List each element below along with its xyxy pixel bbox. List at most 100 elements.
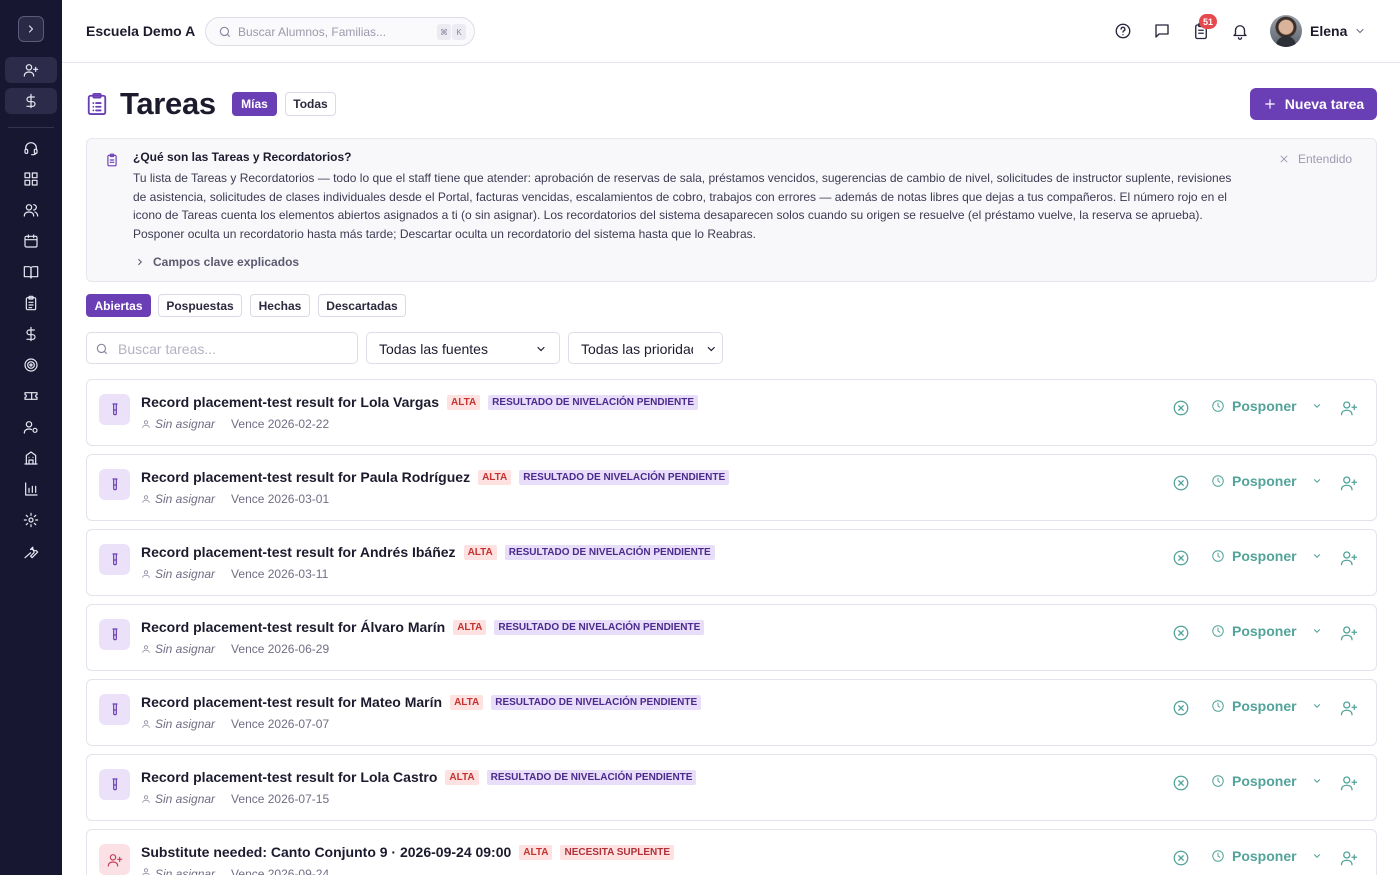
task-kind-tag: RESULTADO DE NIVELACIÓN PENDIENTE — [504, 544, 715, 560]
task-assignee: Sin asignar — [155, 642, 216, 656]
chevron-down-icon[interactable] — [1354, 25, 1366, 37]
task-title[interactable]: Record placement-test result for Paula R… — [141, 469, 470, 485]
sidebar-item-locations[interactable] — [5, 445, 57, 471]
clock-icon — [1212, 550, 1224, 562]
sidebar-item-enroll[interactable] — [5, 57, 57, 83]
snooze-label: Posponer — [1232, 848, 1297, 864]
assign-user-icon[interactable] — [1340, 849, 1358, 867]
assign-user-icon[interactable] — [1340, 474, 1358, 492]
dismiss-task-icon[interactable] — [1172, 699, 1190, 717]
snooze-button[interactable]: Posponer — [1211, 473, 1322, 489]
assign-user-icon[interactable] — [1340, 699, 1358, 717]
headset-icon — [24, 142, 38, 156]
assign-user-icon[interactable] — [1340, 774, 1358, 792]
task-row[interactable]: Record placement-test result for Lola Ca… — [86, 754, 1377, 821]
assign-user-icon[interactable] — [1340, 399, 1358, 417]
user-avatar[interactable] — [1270, 15, 1302, 47]
chevron-right-icon — [138, 258, 143, 266]
task-type-icon — [99, 844, 130, 875]
sidebar-item-support[interactable] — [5, 135, 57, 161]
task-title[interactable]: Record placement-test result for Lola Ca… — [141, 769, 437, 785]
sidebar-item-staff[interactable] — [5, 414, 57, 440]
sidebar-item-settings[interactable] — [5, 507, 57, 533]
scope-tab-mine[interactable]: Mías — [232, 92, 277, 116]
task-assignee: Sin asignar — [155, 492, 216, 506]
dashboard-grid-icon — [24, 172, 38, 186]
sidebar-item-courses[interactable] — [5, 259, 57, 285]
snooze-button[interactable]: Posponer — [1211, 623, 1322, 639]
status-tab-snoozed[interactable]: Pospuestas — [158, 294, 242, 317]
dollar-icon — [26, 326, 36, 342]
sidebar-item-payments[interactable] — [5, 321, 57, 347]
dismiss-task-icon[interactable] — [1172, 399, 1190, 417]
status-tab-open[interactable]: Abiertas — [86, 294, 151, 317]
clipboard-list-icon — [25, 295, 37, 311]
dismiss-info-button[interactable]: Entendido — [1279, 152, 1352, 166]
global-search-input[interactable]: Buscar Alumnos, Familias... ⌘ K — [205, 17, 475, 46]
assign-user-icon[interactable] — [1340, 624, 1358, 642]
global-search-placeholder: Buscar Alumnos, Familias... — [238, 25, 387, 39]
shortcut-key-k: K — [452, 24, 466, 40]
task-title[interactable]: Substitute needed: Canto Conjunto 9 · 20… — [141, 844, 511, 860]
task-title[interactable]: Record placement-test result for Andrés … — [141, 544, 456, 560]
sidebar-item-events[interactable] — [5, 383, 57, 409]
messages-button[interactable] — [1151, 20, 1173, 42]
new-task-button[interactable]: Nueva tarea — [1250, 88, 1377, 120]
chevron-down-icon — [1313, 629, 1320, 633]
sidebar-item-billing[interactable] — [5, 88, 57, 114]
task-row[interactable]: Record placement-test result for Andrés … — [86, 529, 1377, 596]
task-row[interactable]: Substitute needed: Canto Conjunto 9 · 20… — [86, 829, 1377, 875]
task-search-input[interactable]: Buscar tareas... — [86, 332, 358, 364]
sidebar-item-students[interactable] — [5, 197, 57, 223]
chevron-down-icon — [535, 343, 547, 355]
clock-icon — [1212, 400, 1224, 412]
snooze-button[interactable]: Posponer — [1211, 848, 1322, 864]
sidebar-item-reports[interactable] — [5, 476, 57, 502]
chevron-down-icon — [1313, 779, 1320, 783]
task-title[interactable]: Record placement-test result for Álvaro … — [141, 619, 445, 635]
sidebar-item-goals[interactable] — [5, 352, 57, 378]
target-icon — [24, 358, 38, 372]
help-button[interactable] — [1112, 20, 1134, 42]
task-search-placeholder: Buscar tareas... — [118, 341, 217, 357]
snooze-button[interactable]: Posponer — [1211, 398, 1322, 414]
user-icon — [142, 645, 150, 653]
dismiss-task-icon[interactable] — [1172, 774, 1190, 792]
status-tab-done[interactable]: Hechas — [250, 294, 310, 317]
sidebar-item-tasks[interactable] — [5, 290, 57, 316]
bell-icon — [1233, 25, 1247, 40]
snooze-button[interactable]: Posponer — [1211, 698, 1322, 714]
priority-filter-select[interactable]: Todas las prioridades — [568, 332, 723, 364]
task-row[interactable]: Record placement-test result for Álvaro … — [86, 604, 1377, 671]
task-due: Vence 2026-03-01 — [231, 492, 330, 506]
dismiss-task-icon[interactable] — [1172, 849, 1190, 867]
sidebar-expand-button[interactable] — [18, 16, 44, 42]
status-tab-dismissed[interactable]: Descartadas — [318, 294, 406, 317]
task-assignee: Sin asignar — [155, 417, 216, 431]
users-icon — [23, 204, 39, 217]
snooze-button[interactable]: Posponer — [1211, 773, 1322, 789]
notifications-button[interactable] — [1229, 20, 1251, 42]
sidebar-item-tools[interactable] — [5, 538, 57, 564]
chevron-down-icon — [1313, 554, 1320, 558]
source-filter-select[interactable]: Todas las fuentes — [366, 332, 560, 364]
scope-tab-all[interactable]: Todas — [285, 92, 336, 116]
sidebar-item-calendar[interactable] — [5, 228, 57, 254]
task-row[interactable]: Record placement-test result for Paula R… — [86, 454, 1377, 521]
assign-user-icon[interactable] — [1340, 549, 1358, 567]
task-title[interactable]: Record placement-test result for Mateo M… — [141, 694, 442, 710]
task-title[interactable]: Record placement-test result for Lola Va… — [141, 394, 439, 410]
user-name[interactable]: Elena — [1310, 23, 1347, 39]
dismiss-task-icon[interactable] — [1172, 624, 1190, 642]
chevron-right-icon — [28, 25, 34, 33]
task-row[interactable]: Record placement-test result for Lola Va… — [86, 379, 1377, 446]
school-name: Escuela Demo A — [86, 23, 196, 39]
calendar-icon — [24, 234, 38, 248]
dismiss-task-icon[interactable] — [1172, 549, 1190, 567]
key-fields-expander[interactable]: Campos clave explicados — [135, 255, 299, 269]
page-title: Tareas — [120, 86, 216, 121]
sidebar-item-dashboard[interactable] — [5, 166, 57, 192]
task-row[interactable]: Record placement-test result for Mateo M… — [86, 679, 1377, 746]
snooze-button[interactable]: Posponer — [1211, 548, 1322, 564]
dismiss-task-icon[interactable] — [1172, 474, 1190, 492]
